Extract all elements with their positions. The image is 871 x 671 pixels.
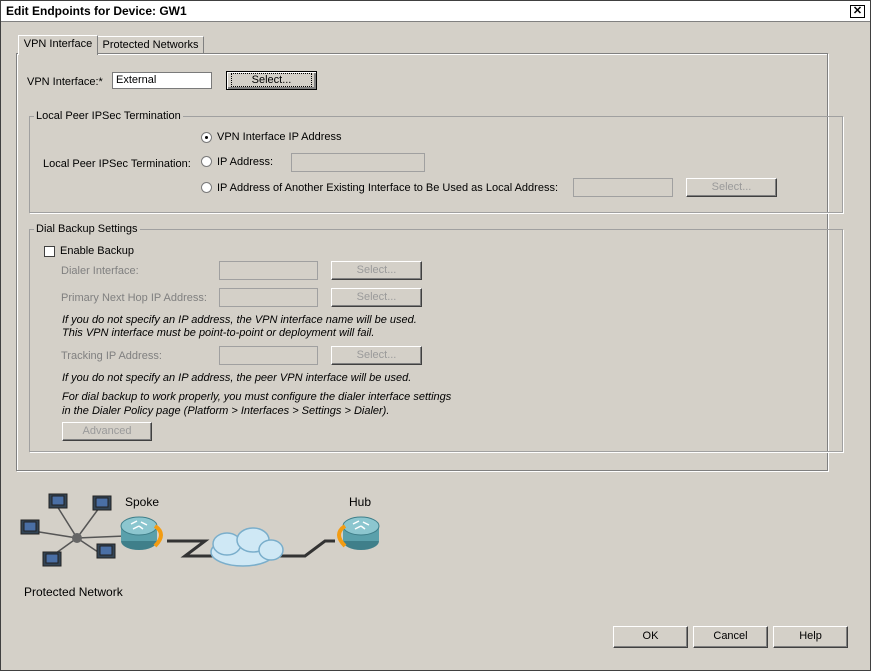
note-vpn-name-line1: If you do not specify an IP address, the… <box>62 314 417 326</box>
radio-other-interface[interactable] <box>201 182 212 193</box>
ip-address-field[interactable] <box>291 153 425 172</box>
protected-network-label: Protected Network <box>24 585 123 599</box>
dial-backup-group <box>29 229 843 452</box>
dialer-select-button[interactable]: Select... <box>331 261 422 280</box>
primary-next-hop-label: Primary Next Hop IP Address: <box>61 292 207 304</box>
local-peer-row-label: Local Peer IPSec Termination: <box>43 158 191 170</box>
enable-backup-checkbox[interactable] <box>44 246 55 257</box>
dialer-interface-field[interactable] <box>219 261 318 280</box>
radio-ip-address-label: IP Address: <box>217 156 274 168</box>
tracking-select-button[interactable]: Select... <box>331 346 422 365</box>
cancel-button[interactable]: Cancel <box>693 626 768 648</box>
dialer-interface-label: Dialer Interface: <box>61 265 139 277</box>
radio-other-interface-label: IP Address of Another Existing Interface… <box>217 182 558 194</box>
hub-router-icon <box>337 516 380 550</box>
primary-next-hop-field[interactable] <box>219 288 318 307</box>
computer-icon <box>20 493 116 567</box>
spoke-router-icon <box>120 516 163 550</box>
note-dialer-line1: For dial backup to work properly, you mu… <box>62 391 452 403</box>
local-peer-group-title: Local Peer IPSec Termination <box>34 110 183 122</box>
other-interface-select-button[interactable]: Select... <box>686 178 777 197</box>
title-bar: Edit Endpoints for Device: GW1 ✕ <box>1 1 870 22</box>
spoke-label: Spoke <box>125 495 160 509</box>
help-button[interactable]: Help <box>773 626 848 648</box>
hub-label: Hub <box>349 495 372 509</box>
window-title: Edit Endpoints for Device: GW1 <box>6 4 187 18</box>
ok-button[interactable]: OK <box>613 626 688 648</box>
close-button[interactable]: ✕ <box>850 5 865 18</box>
radio-vpn-interface-ip[interactable] <box>201 132 212 143</box>
network-diagram <box>20 493 380 567</box>
tab-protected-networks[interactable]: Protected Networks <box>97 36 204 54</box>
dialog-window: Edit Endpoints for Device: GW1 ✕ VPN Int… <box>0 0 871 671</box>
vpn-interface-select-button[interactable]: Select... <box>226 71 317 90</box>
dial-backup-group-title: Dial Backup Settings <box>34 223 140 235</box>
tab-vpn-interface[interactable]: VPN Interface <box>18 35 98 55</box>
note-vpn-name-line2: This VPN interface must be point-to-poin… <box>62 327 375 339</box>
radio-vpn-interface-ip-label: VPN Interface IP Address <box>217 131 342 143</box>
radio-ip-address[interactable] <box>201 156 212 167</box>
tracking-ip-label: Tracking IP Address: <box>61 350 162 362</box>
cloud-icon <box>210 527 284 567</box>
vpn-interface-label: VPN Interface:* <box>27 76 103 88</box>
note-dialer-line2: in the Dialer Policy page (Platform > In… <box>62 405 390 417</box>
other-interface-field[interactable] <box>573 178 673 197</box>
vpn-interface-input[interactable]: External <box>112 72 212 89</box>
note-peer-vpn: If you do not specify an IP address, the… <box>62 372 412 384</box>
primary-select-button[interactable]: Select... <box>331 288 422 307</box>
vpn-interface-select-label: Select... <box>230 73 313 87</box>
tracking-ip-field[interactable] <box>219 346 318 365</box>
advanced-button[interactable]: Advanced <box>62 422 152 441</box>
enable-backup-label: Enable Backup <box>60 245 134 257</box>
